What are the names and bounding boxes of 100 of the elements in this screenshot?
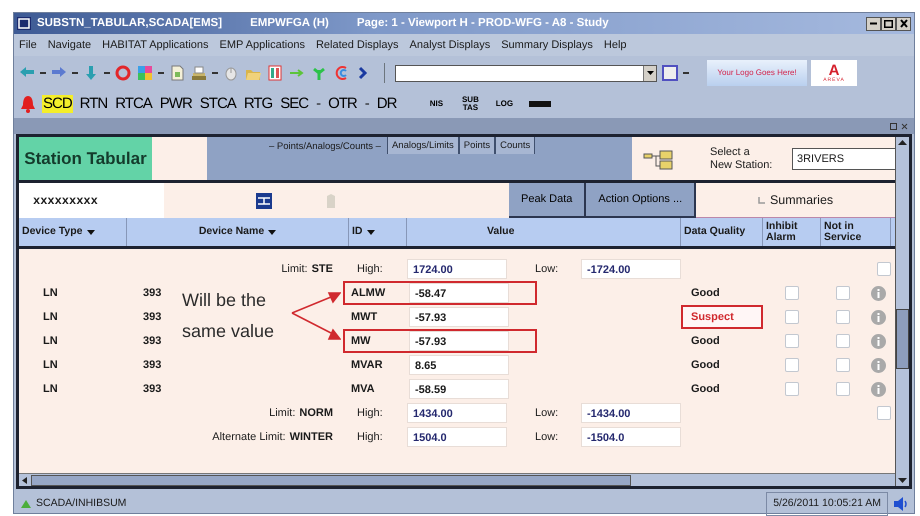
filter-field[interactable]: xxxxxxxxx [19,183,164,218]
info-icon[interactable] [870,334,886,348]
restore-icon[interactable] [890,122,897,130]
caret-icon[interactable] [86,230,95,234]
close-button[interactable] [896,16,911,30]
dropdown-icon [646,71,654,75]
brand-logo: A [828,63,840,78]
table-cell-text: LN [42,286,58,301]
info-icon[interactable] [870,358,886,372]
panel-icon[interactable] [266,64,284,82]
checkbox[interactable] [877,406,891,420]
dropdown-icon[interactable] [158,71,164,75]
maximize-button[interactable] [881,16,896,30]
station-field[interactable]: 3RIVERS [792,148,895,170]
checkbox[interactable] [785,334,799,348]
dropdown-icon[interactable] [104,71,110,75]
network-icon[interactable] [256,192,272,208]
app-button[interactable]: DR [376,95,398,113]
app-button[interactable]: NIS [427,100,446,108]
panel-title: Station Tabular [19,137,152,180]
window-icon[interactable] [661,64,679,82]
checkbox[interactable] [785,310,799,324]
bell-icon[interactable] [20,95,36,113]
checkbox[interactable] [785,358,799,372]
action-button[interactable]: Peak Data [509,183,586,218]
column-header-text: Data Quality [684,226,746,238]
limit-name: WINTER [290,430,333,445]
checkbox[interactable] [836,358,850,372]
tab[interactable]: Analogs/Limits [386,137,459,154]
app-button[interactable]: SUB TAS [461,96,480,112]
menu-item[interactable]: File [19,36,37,54]
checkbox[interactable] [785,382,799,396]
column-header[interactable]: Device Name [198,226,264,238]
table-cell-text: MVAR [351,358,384,373]
checkbox[interactable] [836,334,850,348]
menu-item[interactable]: Analyst Displays [410,36,490,54]
menu-item[interactable]: Help [604,36,627,54]
tab[interactable]: Points [458,137,496,154]
close-icon[interactable] [901,122,908,130]
value-field: -57.93 [409,331,509,351]
checkbox[interactable] [836,310,850,324]
table-cell-text: MVA [351,382,376,397]
speaker-icon[interactable] [892,496,908,512]
app-button[interactable]: OTR [327,95,358,113]
column-header[interactable]: Device Type [22,226,83,238]
table-cell-text: 393 [142,286,162,301]
app-button[interactable]: RTCA [114,95,153,113]
low-label: Low: [534,262,558,277]
limit-name: NORM [299,406,333,421]
status-text: SCADA/INHIBSUM [36,496,128,512]
value-field: -1724.00 [581,259,681,279]
app-button[interactable]: LOG [495,100,514,108]
value-field: -57.93 [409,307,509,327]
app-button[interactable]: SEC [279,95,310,113]
info-icon[interactable] [870,310,886,324]
table-cell-text: 393 [142,382,162,397]
table-cell-text: 393 [142,310,162,325]
menu-item[interactable]: Navigate [48,36,92,54]
dropdown-icon[interactable] [683,71,689,75]
checkbox[interactable] [836,286,850,300]
checkbox[interactable] [836,382,850,396]
app-button[interactable]: RTN [78,95,108,113]
caret-icon[interactable] [366,230,374,234]
action-button[interactable]: Action Options ... [586,183,696,218]
dropdown-icon[interactable] [72,71,78,75]
column-header-text: Inhibit Alarm [766,220,798,244]
bar-icon[interactable] [529,101,552,107]
vertical-scrollbar[interactable] [895,137,909,486]
value-field: 1724.00 [407,259,507,279]
window-title: SUBSTN_TABULAR,SCADA[EMS] [37,16,222,31]
maximize-icon [884,20,893,28]
caret-icon[interactable] [268,230,276,234]
dropdown-icon[interactable] [40,71,46,75]
combo-field[interactable] [395,64,657,82]
app-button[interactable]: RTG [242,95,274,113]
horizontal-scrollbar[interactable] [19,473,895,486]
quality-cell-text: Good [690,334,721,349]
menu-item[interactable]: EMP Applications [220,36,305,54]
scroll-thumb[interactable] [896,309,909,369]
app-button[interactable]: STCA [198,95,237,113]
app-button[interactable]: PWR [158,95,193,113]
printer-icon[interactable] [190,64,208,82]
app-button[interactable]: SCD [42,95,73,113]
high-label: High: [356,430,383,445]
minimize-button[interactable] [866,16,881,30]
checkbox[interactable] [785,286,799,300]
field-label: Select a New Station: [710,146,774,172]
window-title: EMPWFGA (H) [250,16,329,31]
dropdown-icon[interactable] [212,71,218,75]
menu-item[interactable]: Summary Displays [501,36,593,54]
column-header-text: Value [487,226,514,238]
menu-item[interactable]: Related Displays [316,36,398,54]
high-label: High: [356,262,383,277]
column-header[interactable]: ID [352,226,362,238]
info-icon[interactable] [870,286,886,300]
tab[interactable]: Counts [495,137,536,154]
menu-item[interactable]: HABITAT Applications [102,36,209,54]
info-icon[interactable] [870,382,886,396]
section-label[interactable]: Summaries [770,190,834,210]
checkbox[interactable] [877,262,891,276]
